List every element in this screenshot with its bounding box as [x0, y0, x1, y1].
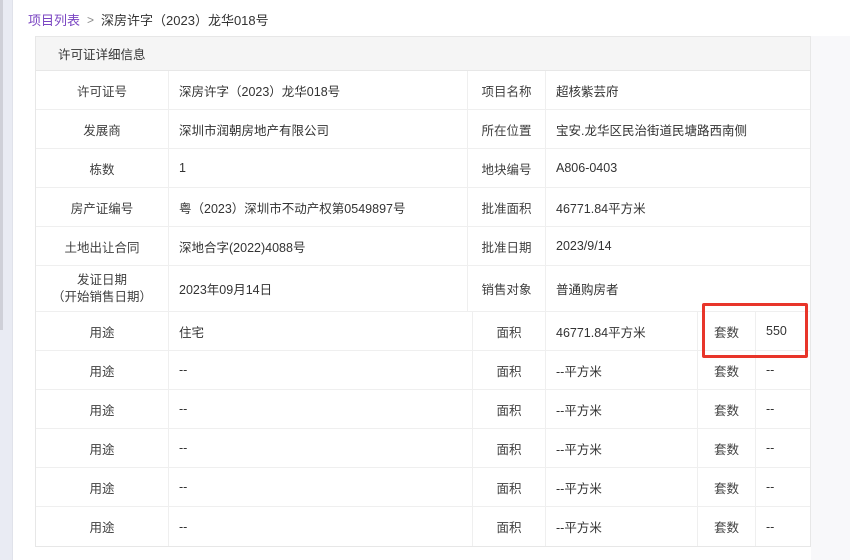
area-label: 面积: [473, 507, 546, 546]
usage-value: --: [169, 351, 473, 389]
usage-value: --: [169, 390, 473, 428]
permit-table: 许可证号 深房许字（2023）龙华018号 项目名称 超核紫芸府 发展商 深圳市润朝房地产…: [36, 71, 810, 546]
units-value: --: [766, 441, 775, 455]
area-value: --平方米: [546, 468, 698, 506]
row-label: 发展商: [36, 110, 169, 148]
row-label: 销售对象: [468, 266, 546, 311]
usage-label: 用途: [36, 351, 169, 389]
units-label: 套数: [698, 312, 756, 350]
usage-label: 用途: [36, 507, 169, 546]
units-value: --: [766, 519, 775, 534]
page-right-background: [811, 36, 850, 560]
row-value: 宝安.龙华区民治街道民塘路西南侧: [556, 123, 747, 138]
units-value: --: [766, 480, 775, 494]
area-label: 面积: [473, 390, 546, 428]
usage-value: --: [169, 507, 473, 546]
row-value: 深地合字(2022)4088号: [169, 227, 468, 265]
area-label: 面积: [473, 351, 546, 389]
table-row: 许可证号 深房许字（2023）龙华018号 项目名称 超核紫芸府: [36, 71, 810, 110]
permit-detail-panel: 许可证详细信息 许可证号 深房许字（2023）龙华018号 项目名称 超核紫芸府 发展商…: [35, 36, 811, 547]
row-value: 超核紫芸府: [556, 84, 619, 99]
row-value: 1: [169, 149, 468, 187]
row-label: 栋数: [36, 149, 169, 187]
usage-value: --: [169, 468, 473, 506]
area-value: --平方米: [546, 507, 698, 546]
panel-title: 许可证详细信息: [36, 37, 810, 71]
row-label: 项目名称: [468, 71, 546, 109]
breadcrumb: 项目列表 > 深房许字（2023）龙华018号: [28, 10, 269, 29]
row-label: 批准日期: [468, 227, 546, 265]
row-value: 2023年09月14日: [169, 266, 468, 311]
row-label: 许可证号: [36, 71, 169, 109]
usage-label: 用途: [36, 390, 169, 428]
usage-row: 用途 -- 面积 --平方米 套数 --: [36, 468, 810, 507]
table-row: 房产证编号 粤（2023）深圳市不动产权第0549897号 批准面积 46771.84…: [36, 188, 810, 227]
usage-label: 用途: [36, 429, 169, 467]
units-value: --: [766, 363, 775, 377]
label-two-line: 发证日期 （开始销售日期）: [52, 272, 152, 306]
row-value: 深圳市润朝房地产有限公司: [169, 110, 468, 148]
area-value: --平方米: [546, 429, 698, 467]
left-scroll-edge: [0, 0, 3, 330]
breadcrumb-current-permit: 深房许字（2023）龙华018号: [101, 13, 269, 28]
area-value: --平方米: [546, 351, 698, 389]
row-label: 地块编号: [468, 149, 546, 187]
row-value: 粤（2023）深圳市不动产权第0549897号: [169, 188, 468, 226]
row-label: 土地出让合同: [36, 227, 169, 265]
row-label: 所在位置: [468, 110, 546, 148]
units-label: 套数: [698, 351, 756, 389]
row-label: 发证日期 （开始销售日期）: [36, 266, 169, 311]
usage-label: 用途: [36, 468, 169, 506]
row-value: 2023/9/14: [556, 239, 612, 253]
units-value: 550: [766, 324, 787, 338]
usage-row: 用途 住宅 面积 46771.84平方米 套数 550: [36, 312, 810, 351]
breadcrumb-project-list-link[interactable]: 项目列表: [28, 10, 80, 29]
usage-row: 用途 -- 面积 --平方米 套数 --: [36, 351, 810, 390]
area-label: 面积: [473, 429, 546, 467]
table-row: 发展商 深圳市润朝房地产有限公司 所在位置 宝安.龙华区民治街道民塘路西南侧: [36, 110, 810, 149]
usage-value: --: [169, 429, 473, 467]
breadcrumb-separator: >: [87, 12, 95, 27]
table-row: 土地出让合同 深地合字(2022)4088号 批准日期 2023/9/14: [36, 227, 810, 266]
usage-row: 用途 -- 面积 --平方米 套数 --: [36, 507, 810, 546]
row-label: 批准面积: [468, 188, 546, 226]
table-row: 栋数 1 地块编号 A806-0403: [36, 149, 810, 188]
table-row: 发证日期 （开始销售日期） 2023年09月14日 销售对象 普通购房者: [36, 266, 810, 312]
units-label: 套数: [698, 429, 756, 467]
usage-row: 用途 -- 面积 --平方米 套数 --: [36, 390, 810, 429]
area-value: --平方米: [546, 390, 698, 428]
usage-label: 用途: [36, 312, 169, 350]
units-label: 套数: [698, 468, 756, 506]
label-subline: （开始销售日期）: [51, 289, 152, 304]
row-value: 46771.84平方米: [556, 201, 646, 216]
units-label: 套数: [698, 390, 756, 428]
units-label: 套数: [698, 507, 756, 546]
usage-value: 住宅: [169, 312, 473, 350]
units-value: --: [766, 402, 775, 416]
area-label: 面积: [473, 468, 546, 506]
area-label: 面积: [473, 312, 546, 350]
row-value: 普通购房者: [556, 283, 619, 297]
row-label: 房产证编号: [36, 188, 169, 226]
label-line: 发证日期: [76, 272, 127, 287]
row-value: 深房许字（2023）龙华018号: [169, 71, 468, 109]
usage-row: 用途 -- 面积 --平方米 套数 --: [36, 429, 810, 468]
row-value: A806-0403: [556, 161, 618, 175]
area-value: 46771.84平方米: [546, 312, 698, 350]
